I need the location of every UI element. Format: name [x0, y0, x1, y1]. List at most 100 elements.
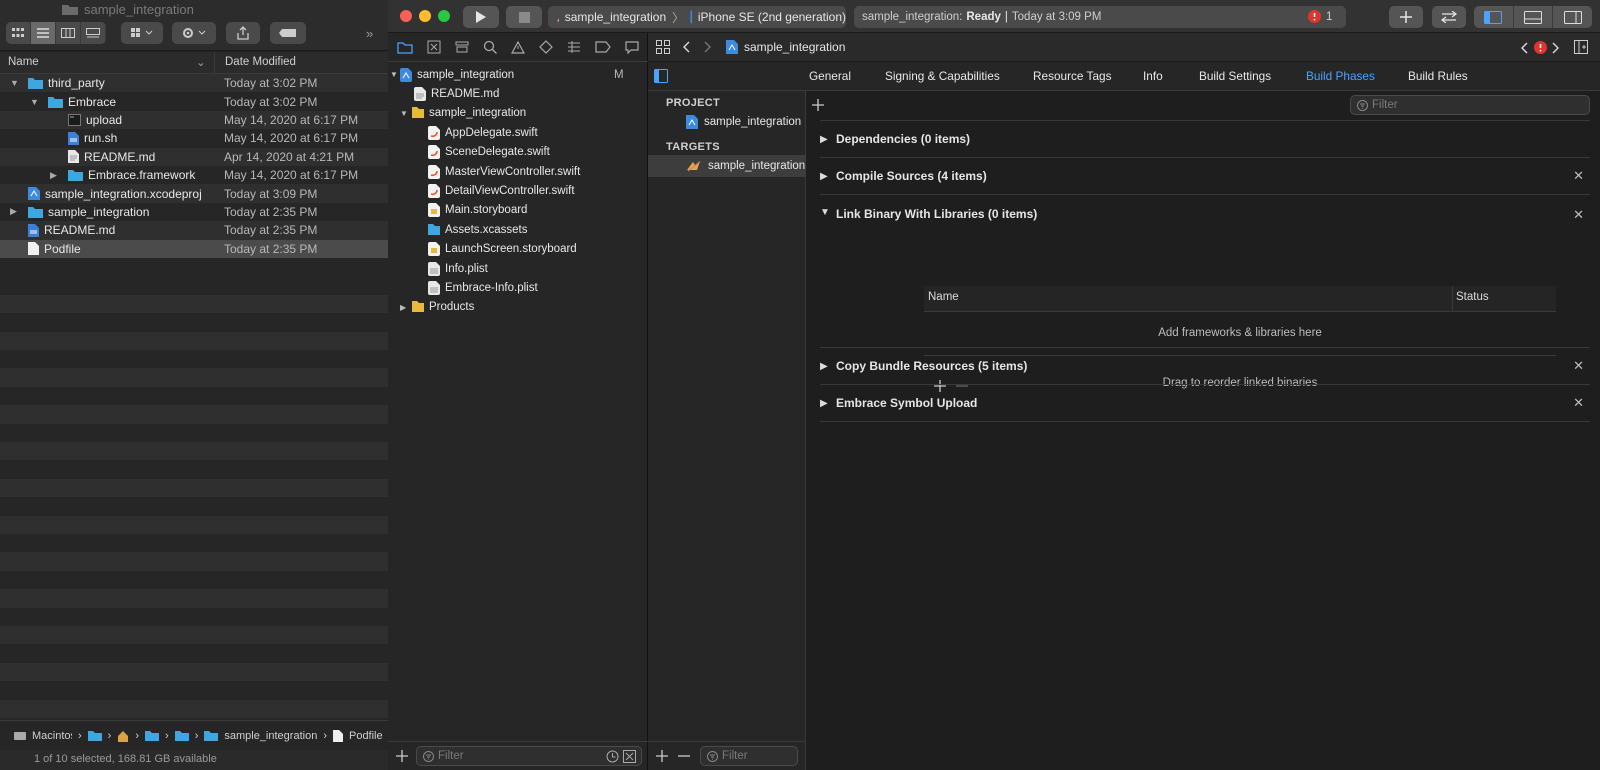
tab-build-phases[interactable]: Build Phases: [1306, 69, 1375, 83]
minimize-window-button[interactable]: [419, 10, 431, 22]
tree-item-file[interactable]: MasterViewController.swift: [388, 162, 648, 181]
run-button[interactable]: [463, 6, 499, 28]
group-by-button[interactable]: [121, 22, 163, 44]
tab-resource-tags[interactable]: Resource Tags: [1033, 69, 1111, 83]
targets-filter-field[interactable]: Filter: [700, 746, 798, 766]
folder-icon[interactable]: [87, 730, 102, 741]
disclosure-open-icon[interactable]: ▼: [390, 70, 400, 79]
project-item[interactable]: sample_integration: [648, 111, 806, 133]
build-phase-copy-bundle[interactable]: ▶ Copy Bundle Resources (5 items) ✕: [820, 348, 1590, 385]
delete-phase-icon[interactable]: ✕: [1573, 358, 1584, 374]
disclosure-open-icon[interactable]: ▼: [820, 207, 836, 218]
add-build-phase-icon[interactable]: [812, 99, 824, 111]
tree-item-group[interactable]: ▶ Products: [388, 298, 648, 317]
toggle-debug-area-button[interactable]: [1514, 6, 1554, 28]
remove-target-icon[interactable]: [678, 750, 690, 762]
tree-item-file[interactable]: DetailViewController.swift: [388, 181, 648, 200]
toggle-inspector-button[interactable]: [1553, 6, 1592, 28]
error-icon[interactable]: [1534, 41, 1547, 54]
stop-button[interactable]: [506, 6, 542, 28]
list-item[interactable]: upload May 14, 2020 at 6:17 PM: [0, 111, 388, 129]
list-view-button[interactable]: [31, 22, 56, 44]
forward-icon[interactable]: [704, 41, 712, 53]
test-navigator-icon[interactable]: [539, 40, 553, 54]
phases-filter-field[interactable]: Filter: [1350, 95, 1590, 115]
add-editor-icon[interactable]: [1574, 40, 1588, 54]
list-item[interactable]: ▼ Embrace Today at 3:02 PM: [0, 92, 388, 110]
tree-item-file[interactable]: AppDelegate.swift: [388, 123, 648, 142]
disclosure-closed-icon[interactable]: ▶: [820, 171, 836, 182]
source-control-icon[interactable]: [427, 40, 441, 54]
list-item[interactable]: README.md Apr 14, 2020 at 4:21 PM: [0, 148, 388, 166]
toggle-navigator-button[interactable]: [1474, 6, 1514, 28]
disclosure-closed-icon[interactable]: ▶: [400, 303, 412, 312]
scheme-device[interactable]: iPhone SE (2nd generation): [698, 10, 846, 24]
tree-item-file[interactable]: Assets.xcassets: [388, 220, 648, 239]
show-targets-icon[interactable]: [654, 69, 668, 83]
build-phase-embrace-upload[interactable]: ▶ Embrace Symbol Upload ✕: [820, 385, 1590, 422]
disclosure-closed-icon[interactable]: ▶: [820, 361, 836, 372]
tree-item-project[interactable]: ▼ sample_integration M: [388, 65, 648, 84]
related-items-icon[interactable]: [656, 40, 670, 54]
list-item[interactable]: ▶ sample_integration Today at 2:35 PM: [0, 203, 388, 221]
folder-navigator-icon[interactable]: [397, 41, 413, 54]
back-icon[interactable]: [682, 41, 690, 53]
list-item-selected[interactable]: Podfile Today at 2:35 PM: [0, 239, 388, 258]
disclosure-open-icon[interactable]: ▼: [10, 78, 19, 88]
disclosure-closed-icon[interactable]: ▶: [50, 170, 57, 181]
disclosure-open-icon[interactable]: ▼: [400, 109, 412, 118]
delete-phase-icon[interactable]: ✕: [1573, 207, 1584, 223]
list-item[interactable]: run.sh May 14, 2020 at 6:17 PM: [0, 129, 388, 147]
jump-bar-label[interactable]: sample_integration: [744, 40, 845, 54]
scheme-selector[interactable]: sample_integration 〉 iPhone SE (2nd gene…: [548, 6, 846, 28]
library-button[interactable]: [1389, 6, 1423, 28]
disclosure-closed-icon[interactable]: ▶: [820, 134, 836, 145]
code-review-button[interactable]: [1432, 6, 1466, 28]
gallery-view-button[interactable]: [81, 22, 106, 44]
toolbar-overflow-icon[interactable]: »: [366, 26, 373, 41]
tree-item-file[interactable]: SceneDelegate.swift: [388, 143, 648, 162]
folder-icon[interactable]: [145, 730, 160, 741]
tree-item-file[interactable]: Info.plist: [388, 259, 648, 278]
symbol-navigator-icon[interactable]: [455, 40, 469, 54]
tags-button[interactable]: [270, 22, 306, 44]
navigator-filter-field[interactable]: Filter: [416, 746, 642, 766]
add-target-icon[interactable]: [656, 750, 668, 762]
source-control-filter-icon[interactable]: [623, 750, 636, 763]
tree-item-file[interactable]: LaunchScreen.storyboard: [388, 240, 648, 259]
view-mode-segment[interactable]: [6, 22, 106, 44]
path-segment-folder[interactable]: sample_integration: [224, 730, 317, 742]
name-column-header[interactable]: Name: [8, 56, 39, 68]
target-item[interactable]: sample_integration: [648, 155, 806, 177]
search-icon[interactable]: [483, 40, 497, 54]
path-segment-disk[interactable]: Macintosh: [32, 730, 72, 742]
folder-icon[interactable]: [174, 730, 189, 741]
tree-item-file[interactable]: Main.storyboard: [388, 201, 648, 220]
share-button[interactable]: [226, 22, 260, 44]
tab-signing[interactable]: Signing & Capabilities: [885, 69, 1000, 83]
tab-build-rules[interactable]: Build Rules: [1408, 69, 1468, 83]
build-phase-dependencies[interactable]: ▶ Dependencies (0 items): [820, 121, 1590, 158]
warning-icon[interactable]: [511, 40, 525, 54]
tree-item-file[interactable]: README.md: [388, 84, 648, 103]
zoom-window-button[interactable]: [438, 10, 450, 22]
libraries-name-column[interactable]: Name: [928, 291, 959, 303]
list-item[interactable]: README.md Today at 2:35 PM: [0, 221, 388, 239]
path-segment-file[interactable]: Podfile: [349, 730, 383, 742]
delete-phase-icon[interactable]: ✕: [1573, 395, 1584, 411]
add-file-icon[interactable]: [396, 750, 408, 762]
scheme-target[interactable]: sample_integration: [565, 10, 666, 24]
tree-item-group[interactable]: ▼ sample_integration: [388, 104, 648, 123]
recent-files-icon[interactable]: [606, 750, 619, 763]
delete-phase-icon[interactable]: ✕: [1573, 168, 1584, 184]
column-view-button[interactable]: [56, 22, 81, 44]
action-menu-button[interactable]: [172, 22, 216, 44]
debug-navigator-icon[interactable]: [567, 41, 581, 53]
tree-item-file[interactable]: Embrace-Info.plist: [388, 278, 648, 297]
build-phase-compile-sources[interactable]: ▶ Compile Sources (4 items) ✕: [820, 158, 1590, 195]
list-item[interactable]: ▼ third_party Today at 3:02 PM: [0, 74, 388, 92]
sort-chevron-icon[interactable]: ⌄: [196, 55, 206, 69]
disclosure-closed-icon[interactable]: ▶: [10, 206, 17, 217]
icon-view-button[interactable]: [6, 22, 31, 44]
date-column-header[interactable]: Date Modified: [225, 56, 296, 68]
